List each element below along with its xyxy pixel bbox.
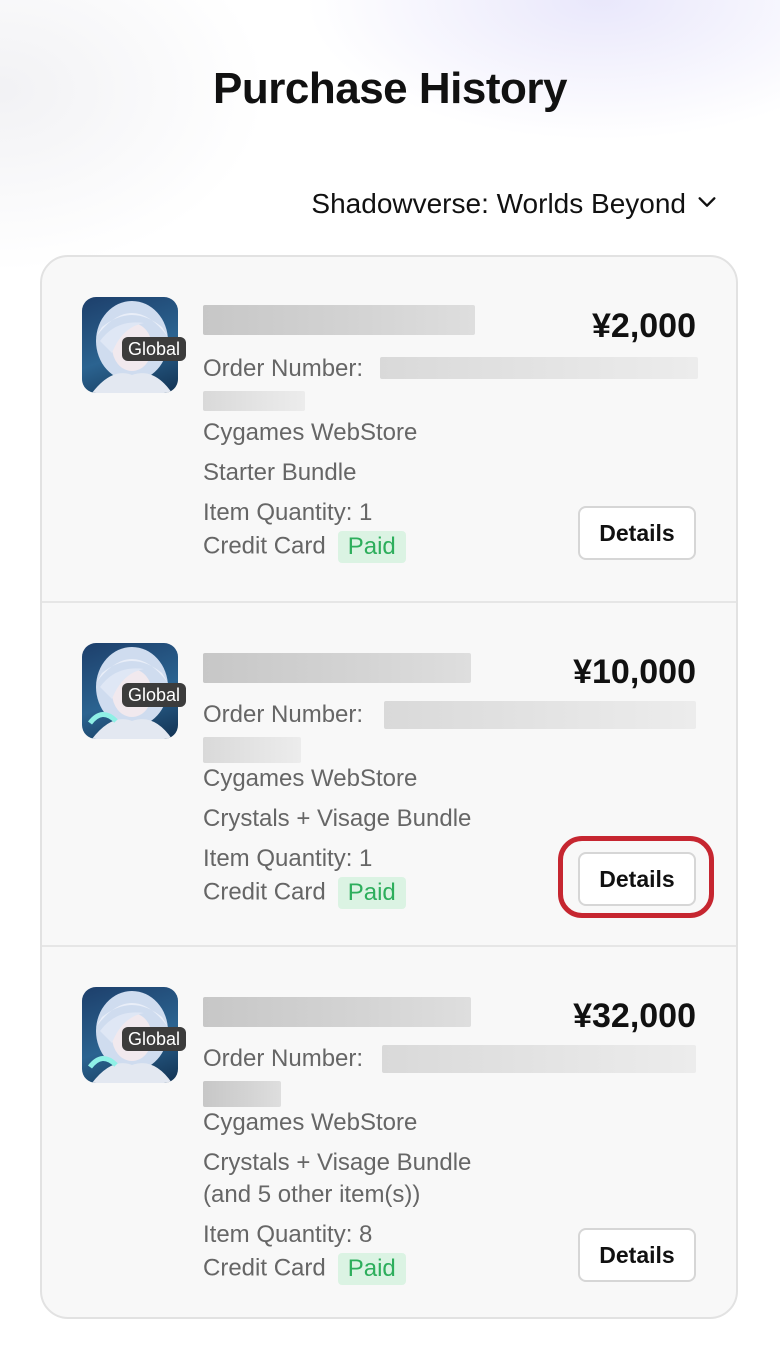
redacted-order-number-cont <box>203 391 305 411</box>
redacted-order-number <box>380 357 698 379</box>
item-name: Starter Bundle <box>203 459 357 486</box>
item-quantity: Item Quantity: 8 <box>203 1221 373 1248</box>
item-extra-count: (and 5 other item(s)) <box>203 1181 421 1208</box>
payment-method: Credit Card <box>203 532 326 560</box>
item-quantity: Item Quantity: 1 <box>203 499 373 526</box>
chevron-down-icon <box>696 188 718 220</box>
payment-row: Credit Card Paid <box>203 1253 406 1285</box>
store-name: Cygames WebStore <box>203 765 418 792</box>
status-badge: Paid <box>337 877 406 909</box>
order-number-label: Order Number: <box>203 1045 364 1072</box>
order-price: ¥10,000 <box>573 653 696 691</box>
region-badge: Global <box>122 1027 187 1051</box>
payment-row: Credit Card Paid <box>203 877 406 909</box>
status-badge: Paid <box>337 1253 406 1285</box>
region-badge: Global <box>122 683 187 707</box>
item-name: Crystals + Visage Bundle <box>203 1149 472 1176</box>
order-item: Global ¥10,000 Order Number: Cygames Web… <box>42 601 736 947</box>
redacted-order-number-cont <box>203 737 301 763</box>
redacted-product-name <box>203 305 475 335</box>
game-selector-dropdown[interactable]: Shadowverse: Worlds Beyond <box>311 184 718 224</box>
payment-method: Credit Card <box>203 1254 326 1282</box>
store-name: Cygames WebStore <box>203 419 418 446</box>
details-button[interactable]: Details <box>578 1228 696 1282</box>
redacted-order-number <box>384 701 696 729</box>
redacted-product-name <box>203 653 471 683</box>
order-price: ¥2,000 <box>592 307 696 345</box>
page-title: Purchase History <box>213 64 567 113</box>
status-badge: Paid <box>337 531 406 563</box>
order-price: ¥32,000 <box>573 997 696 1035</box>
details-button[interactable]: Details <box>578 506 696 560</box>
order-item: Global ¥32,000 Order Number: Cygames Web… <box>42 945 736 1317</box>
orders-list: Global ¥2,000 Order Number: Cygames WebS… <box>40 255 738 1319</box>
item-name: Crystals + Visage Bundle <box>203 805 472 832</box>
store-name: Cygames WebStore <box>203 1109 418 1136</box>
item-quantity: Item Quantity: 1 <box>203 845 373 872</box>
order-item: Global ¥2,000 Order Number: Cygames WebS… <box>42 257 736 601</box>
redacted-order-number-cont <box>203 1081 281 1107</box>
payment-method: Credit Card <box>203 878 326 906</box>
payment-row: Credit Card Paid <box>203 531 406 563</box>
redacted-order-number <box>382 1045 696 1073</box>
details-button[interactable]: Details <box>578 852 696 906</box>
region-badge: Global <box>122 337 187 361</box>
order-number-label: Order Number: <box>203 701 364 728</box>
game-selector-label: Shadowverse: Worlds Beyond <box>311 188 686 219</box>
order-number-label: Order Number: <box>203 355 364 382</box>
redacted-product-name <box>203 997 471 1027</box>
